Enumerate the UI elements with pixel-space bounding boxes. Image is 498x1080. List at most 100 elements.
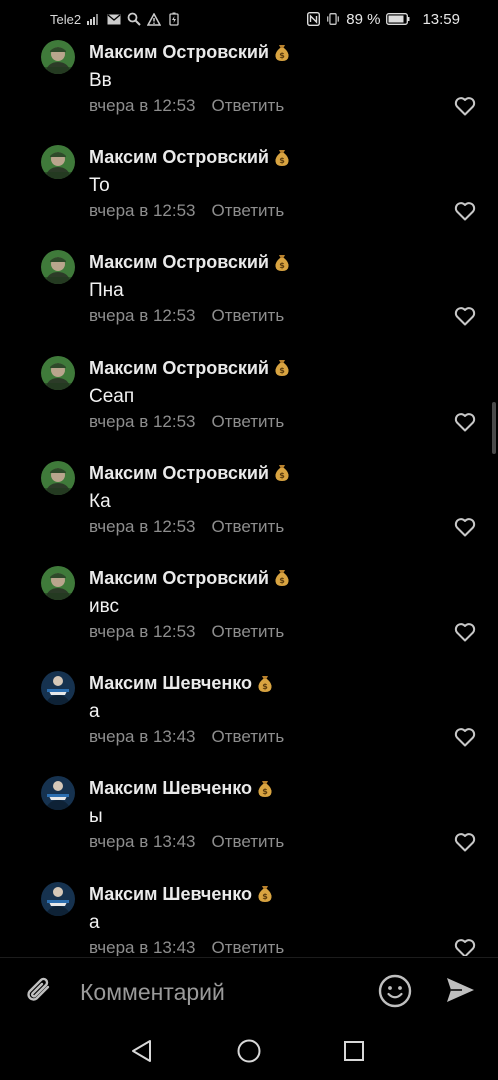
author-name[interactable]: Максим Островский [89,147,269,168]
moneybag-icon: $ [257,675,273,693]
svg-text:$: $ [262,892,268,901]
author-name[interactable]: Максим Островский [89,568,269,589]
comment-meta: вчера в 13:43 Ответить [89,938,284,957]
comment-text: ивс [89,595,119,617]
comment-time: вчера в 12:53 [89,411,196,431]
comment-item[interactable]: Максим Островский $ Вв вчера в 12:53 Ответит… [0,38,498,143]
moneybag-icon: $ [274,44,290,62]
comment-text: а [89,911,100,933]
status-left: Tele2 [50,12,181,27]
comment-time: вчера в 12:53 [89,96,196,115]
moneybag-icon: $ [257,780,273,798]
comment-text: Ка [89,490,111,512]
comment-item[interactable]: Максим Островский $ Пна вчера в 12:53 Ответи… [0,248,498,353]
heart-icon[interactable] [454,306,476,326]
status-bar: Tele2 89 % 13:59 [0,0,498,38]
comment-item[interactable]: Максим Островский $ То вчера в 12:53 Ответит… [0,143,498,248]
author-name[interactable]: Максим Шевченко [89,778,252,799]
author-name[interactable]: Максим Островский [89,463,269,484]
comment-list[interactable]: Максим Островский $ Вв вчера в 12:53 Ответит… [0,38,498,956]
avatar[interactable] [41,565,75,600]
svg-text:$: $ [279,577,285,586]
comment-author[interactable]: Максим Островский $ [89,568,290,589]
alert-icon [147,12,162,26]
avatar[interactable] [41,776,75,811]
avatar[interactable] [41,460,75,495]
comment-meta: вчера в 12:53 Ответить [89,96,284,116]
battery-percent: 89 % [346,10,381,28]
comment-time: вчера в 13:43 [89,727,196,747]
comment-author[interactable]: Максим Островский $ [89,147,290,168]
moneybag-icon: $ [274,149,290,167]
comment-author[interactable]: Максим Шевченко $ [89,884,273,905]
heart-icon[interactable] [454,96,476,116]
author-name[interactable]: Максим Шевченко [89,884,252,905]
send-icon[interactable] [444,974,476,1006]
attach-icon[interactable] [22,974,56,1008]
reply-button[interactable]: Ответить [212,832,285,851]
comment-input[interactable] [78,972,372,1012]
comment-author[interactable]: Максим Шевченко $ [89,673,273,694]
search-icon [127,12,141,26]
heart-icon[interactable] [454,832,476,852]
svg-text:$: $ [279,51,285,60]
heart-icon[interactable] [454,938,476,956]
comment-author[interactable]: Максим Шевченко $ [89,778,273,799]
vibrate-icon [326,12,340,26]
heart-icon[interactable] [454,412,476,432]
battery-icon [386,12,410,26]
author-name[interactable]: Максим Островский [89,42,269,63]
svg-text:$: $ [279,156,285,165]
moneybag-icon: $ [274,359,290,377]
heart-icon[interactable] [454,201,476,221]
home-icon[interactable] [236,1038,262,1064]
avatar[interactable] [41,881,75,916]
comment-text: Сеап [89,385,135,407]
comment-item[interactable]: Максим Островский $ Сеап вчера в 12:53 Ответ… [0,354,498,459]
comment-author[interactable]: Максим Островский $ [89,358,290,379]
comment-item[interactable]: Максим Шевченко $ а вчера в 13:43 Ответить [0,880,498,957]
comment-time: вчера в 13:43 [89,937,196,957]
reply-button[interactable]: Ответить [212,517,285,536]
heart-icon[interactable] [454,727,476,747]
carrier-label: Tele2 [50,11,82,27]
comment-item[interactable]: Максим Островский $ ивс вчера в 12:53 Ответи… [0,564,498,669]
comment-time: вчера в 12:53 [89,516,196,536]
reply-button[interactable]: Ответить [212,938,285,957]
reply-button[interactable]: Ответить [212,412,285,431]
author-name[interactable]: Максим Островский [89,358,269,379]
heart-icon[interactable] [454,622,476,642]
avatar[interactable] [41,250,75,285]
reply-button[interactable]: Ответить [212,201,285,220]
nfc-icon [306,12,320,26]
reply-button[interactable]: Ответить [212,622,285,641]
heart-icon[interactable] [454,517,476,537]
comment-item[interactable]: Максим Островский $ Ка вчера в 12:53 Ответит… [0,459,498,564]
recent-apps-icon[interactable] [341,1038,367,1064]
scrollbar-thumb[interactable] [492,402,496,454]
avatar[interactable] [41,355,75,390]
battery-saver-icon [167,12,181,26]
comment-item[interactable]: Максим Шевченко $ а вчера в 13:43 Ответить [0,669,498,774]
back-icon[interactable] [130,1038,156,1064]
emoji-icon[interactable] [378,974,412,1008]
reply-button[interactable]: Ответить [212,306,285,325]
comment-author[interactable]: Максим Островский $ [89,42,290,63]
comment-meta: вчера в 12:53 Ответить [89,201,284,221]
comment-meta: вчера в 13:43 Ответить [89,727,284,747]
comment-item[interactable]: Максим Шевченко $ ы вчера в 13:43 Ответить [0,774,498,879]
author-name[interactable]: Максим Островский [89,252,269,273]
svg-text:$: $ [279,366,285,375]
comment-text: Пна [89,280,124,302]
comment-text: ы [89,806,103,828]
avatar[interactable] [41,671,75,706]
comment-text: Вв [89,70,112,91]
comment-meta: вчера в 13:43 Ответить [89,832,284,852]
reply-button[interactable]: Ответить [212,96,285,115]
comment-author[interactable]: Максим Островский $ [89,463,290,484]
comment-author[interactable]: Максим Островский $ [89,252,290,273]
reply-button[interactable]: Ответить [212,727,285,746]
author-name[interactable]: Максим Шевченко [89,673,252,694]
avatar[interactable] [41,40,75,74]
avatar[interactable] [41,145,75,180]
